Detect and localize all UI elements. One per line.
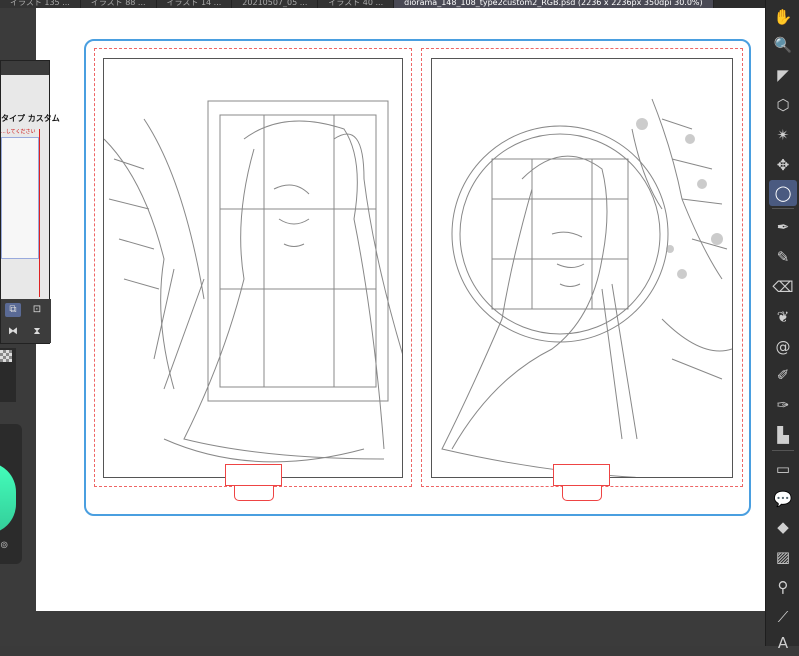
decoration-icon[interactable]: ❦ bbox=[769, 304, 797, 330]
document-tab[interactable]: 20210507_05 ... bbox=[232, 0, 319, 8]
gradient-icon[interactable]: ▨ bbox=[769, 544, 797, 570]
pencil-icon[interactable]: ✎ bbox=[769, 244, 797, 270]
flip-vertical-icon[interactable]: ⧗ bbox=[29, 325, 45, 339]
layer-transparency-strip bbox=[0, 348, 16, 402]
ruler-icon[interactable]: ⟋ bbox=[769, 604, 797, 630]
canvas-area[interactable] bbox=[0, 8, 765, 646]
fill-icon[interactable]: ▙ bbox=[769, 422, 797, 448]
right-panel-frame bbox=[431, 58, 733, 480]
eraser-icon[interactable]: ⌫ bbox=[769, 274, 797, 300]
rotate-view-icon[interactable]: ⊡ bbox=[29, 303, 45, 317]
right-illustration bbox=[441, 98, 733, 480]
right-tab-top bbox=[553, 464, 610, 486]
navigator-thumbnail[interactable] bbox=[1, 137, 39, 259]
color-wheel-panel[interactable]: ⊚ bbox=[0, 424, 22, 564]
left-illustration bbox=[103, 100, 405, 463]
view-indicator bbox=[39, 129, 40, 297]
bucket-icon[interactable]: ◆ bbox=[769, 514, 797, 540]
left-tab-top bbox=[225, 464, 282, 486]
frame-icon[interactable]: ▭ bbox=[769, 456, 797, 482]
eyedropper-icon[interactable]: ⚲ bbox=[769, 574, 797, 600]
document-tab[interactable]: イラスト 14 ... bbox=[156, 0, 233, 8]
pen-icon[interactable]: ✒ bbox=[769, 214, 797, 240]
document-tab[interactable]: イラスト 135 ... bbox=[0, 0, 81, 8]
balloon-icon[interactable]: 💬 bbox=[769, 486, 797, 512]
document-tab-bar: イラスト 135 ... イラスト 88 ... イラスト 14 ... 202… bbox=[0, 0, 765, 8]
lasso-selection-icon[interactable]: ◯ bbox=[769, 180, 797, 206]
color-wheel[interactable] bbox=[0, 462, 16, 534]
left-panel-frame bbox=[103, 58, 405, 478]
left-tab-bottom bbox=[234, 486, 274, 501]
auto-action-icon[interactable]: ✴ bbox=[769, 122, 797, 148]
navigator-panel[interactable]: タイプ カスタム ...してください ⧉ ⊡ ⧓ ⧗ bbox=[0, 60, 60, 344]
text-icon[interactable]: A bbox=[769, 630, 797, 656]
toolbar-separator bbox=[772, 208, 794, 209]
3d-move-icon[interactable]: ⬡ bbox=[769, 92, 797, 118]
transparency-icon bbox=[0, 350, 12, 362]
toolbar-separator bbox=[772, 450, 794, 451]
panel-toolbar: ⧉ ⊡ ⧓ ⧗ bbox=[1, 299, 51, 343]
hand-icon[interactable]: ✋ bbox=[769, 4, 797, 30]
document-tab-active[interactable]: diorama_148_108_type2custom2_RGB.psd (22… bbox=[394, 0, 714, 8]
spiral-icon[interactable]: @ bbox=[769, 334, 797, 360]
right-tab-bottom bbox=[562, 486, 602, 501]
tool-palette: ✋ 🔍 ◤ ⬡ ✴ ✥ ◯ ✒ ✎ ⌫ ❦ @ ✐ ✑ ▙ ▭ 💬 ◆ ▨ ⚲ ⟋ A bbox=[765, 0, 799, 652]
document-tab[interactable]: イラスト 40 ... bbox=[318, 0, 395, 8]
brush-icon[interactable]: ✐ bbox=[769, 362, 797, 388]
document-tab[interactable]: イラスト 88 ... bbox=[80, 0, 157, 8]
fit-view-icon[interactable]: ⧉ bbox=[5, 303, 21, 317]
move-layer-icon[interactable]: ✥ bbox=[769, 152, 797, 178]
panel-header[interactable] bbox=[1, 61, 49, 75]
panel-subtitle: ...してください bbox=[1, 129, 36, 135]
flip-horizontal-icon[interactable]: ⧓ bbox=[5, 325, 21, 339]
airbrush-icon[interactable]: ✑ bbox=[769, 392, 797, 418]
panel-title: タイプ カスタム bbox=[1, 114, 60, 123]
settings-icon[interactable]: ⊚ bbox=[0, 540, 12, 552]
zoom-icon[interactable]: 🔍 bbox=[769, 32, 797, 58]
canvas-paper[interactable] bbox=[36, 8, 765, 611]
operation-icon[interactable]: ◤ bbox=[769, 62, 797, 88]
